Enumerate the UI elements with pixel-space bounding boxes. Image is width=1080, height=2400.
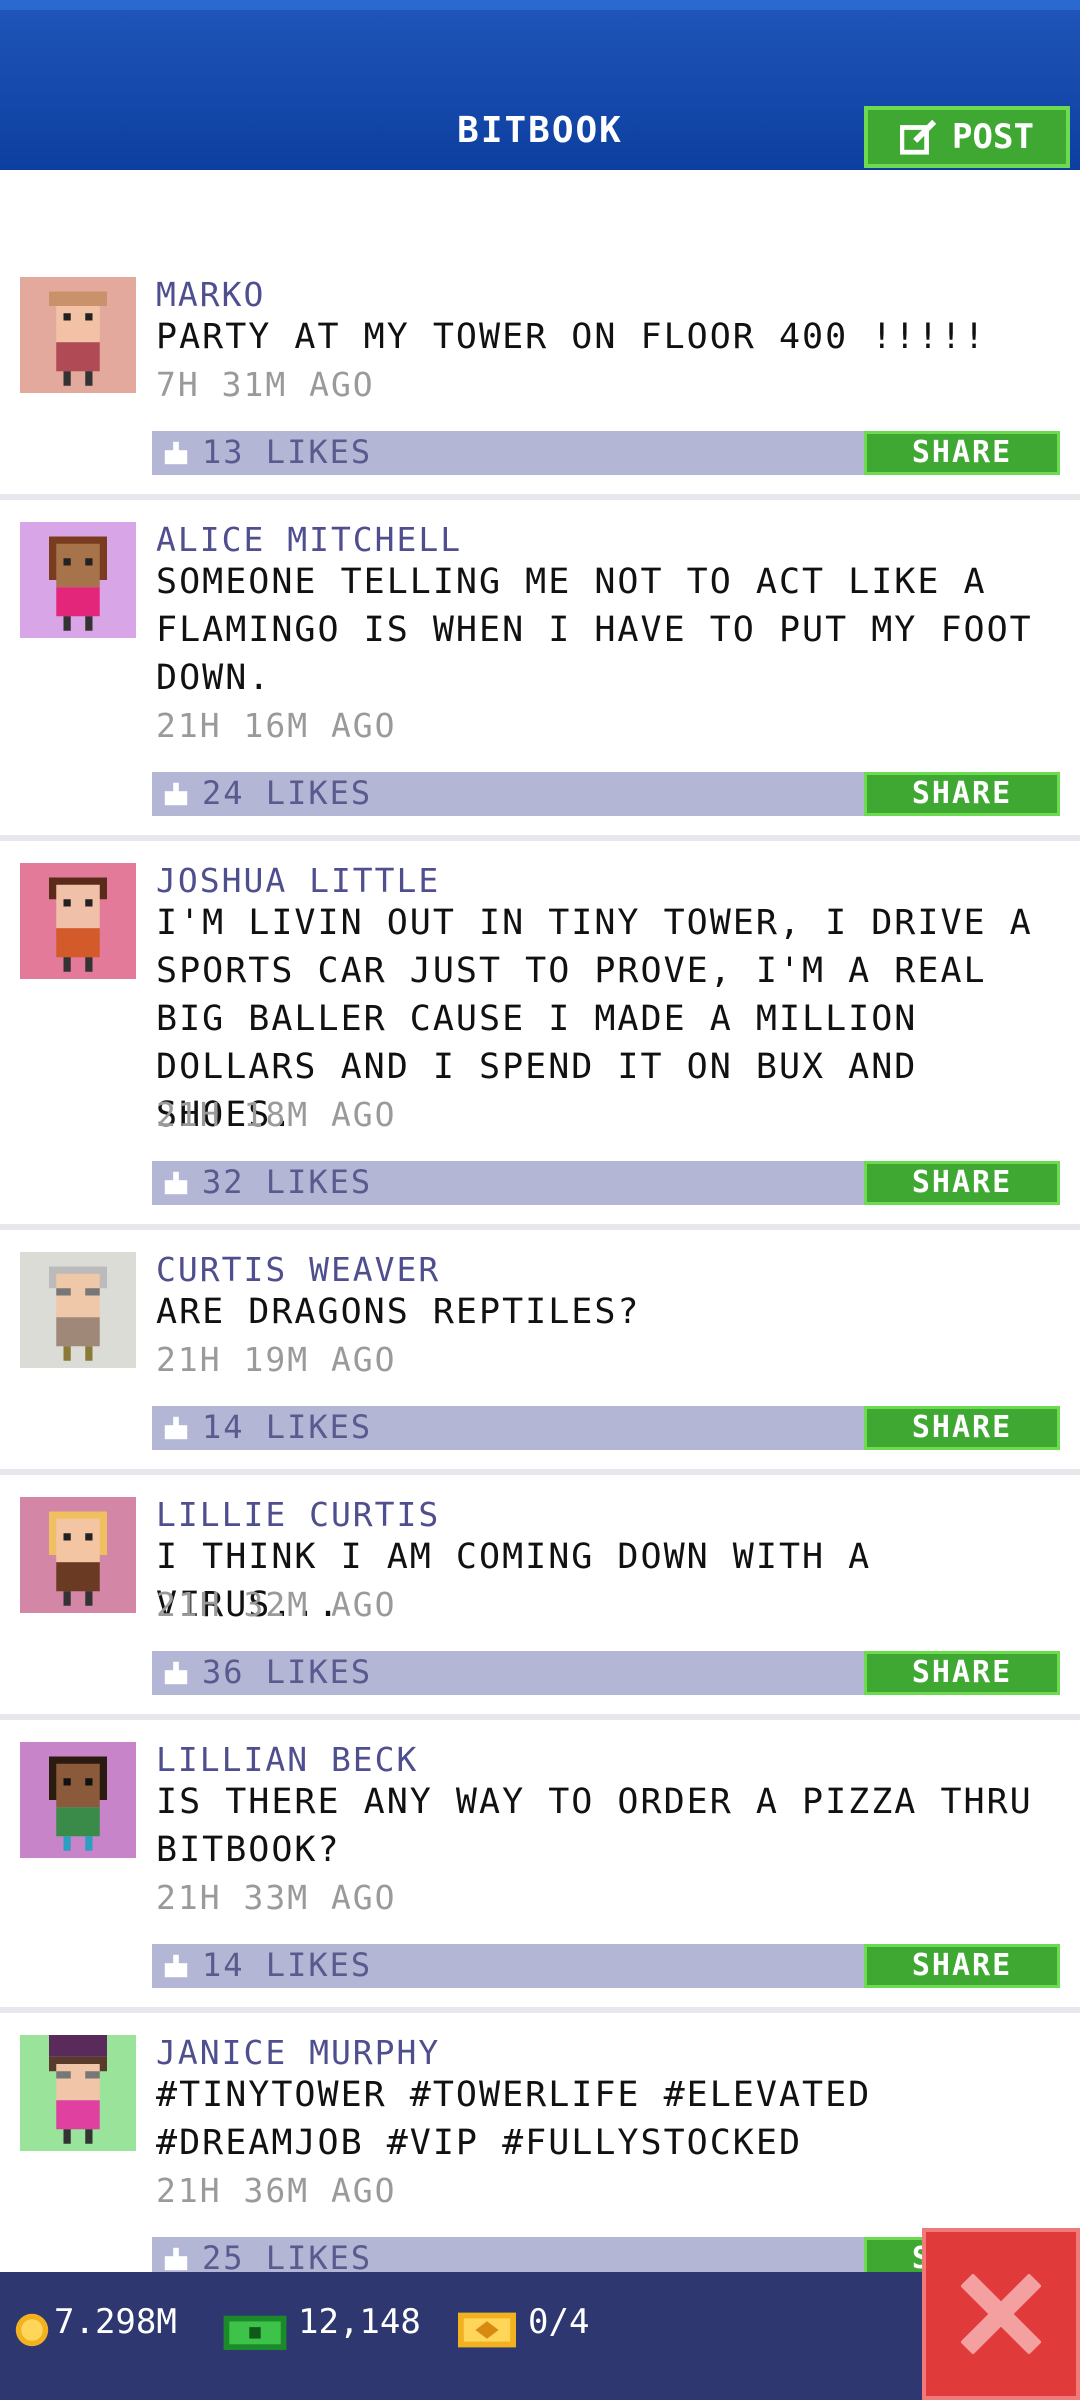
feed-post: LILLIAN BECK IS THERE ANY WAY TO ORDER A… <box>0 1720 1080 2013</box>
post-author[interactable]: LILLIE CURTIS <box>156 1495 440 1534</box>
feed-post: ALICE MITCHELL SOMEONE TELLING ME NOT TO… <box>0 500 1080 841</box>
feed-post: JANICE MURPHY #TINYTOWER #TOWERLIFE #ELE… <box>0 2013 1080 2306</box>
avatar <box>20 2035 136 2151</box>
post-text: IS THERE ANY WAY TO ORDER A PIZZA THRU B… <box>156 1782 1033 1870</box>
coins-value: 7.298M <box>54 2302 177 2342</box>
post-text: PARTY AT MY TOWER ON FLOOR 400 !!!!! <box>156 317 987 357</box>
share-button[interactable]: SHARE <box>864 431 1060 475</box>
likes-count: 13 LIKES <box>202 433 373 471</box>
avatar-image <box>20 2035 136 2151</box>
likes-bar: 13 LIKES SHARE <box>152 431 1060 475</box>
likes-bar: 36 LIKES SHARE <box>152 1651 1060 1695</box>
avatar <box>20 522 136 638</box>
ticket-icon <box>458 2312 516 2348</box>
post-time: 21H 36M AGO <box>156 2171 397 2210</box>
thumbs-up-icon[interactable] <box>162 1169 190 1197</box>
avatar-image <box>20 1742 136 1858</box>
thumbs-up-icon[interactable] <box>162 780 190 808</box>
post-author[interactable]: JANICE MURPHY <box>156 2033 440 2072</box>
bux-icon <box>223 2315 287 2350</box>
close-button[interactable] <box>922 2228 1080 2400</box>
avatar <box>20 863 136 979</box>
likes-bar: 32 LIKES SHARE <box>152 1161 1060 1205</box>
share-button[interactable]: SHARE <box>864 1651 1060 1695</box>
post-time: 21H 18M AGO <box>156 1095 397 1134</box>
likes-bar: 24 LIKES SHARE <box>152 772 1060 816</box>
post-text: SOMEONE TELLING ME NOT TO ACT LIKE A FLA… <box>156 562 1033 698</box>
post-text: ARE DRAGONS REPTILES? <box>156 1292 641 1332</box>
tickets-value: 0/4 <box>528 2302 590 2342</box>
feed-list: MARKO PARTY AT MY TOWER ON FLOOR 400 !!!… <box>0 275 1080 2306</box>
avatar <box>20 1252 136 1368</box>
share-button[interactable]: SHARE <box>864 1944 1060 1988</box>
post-author[interactable]: ALICE MITCHELL <box>156 520 462 559</box>
post-button[interactable]: POST <box>864 106 1070 168</box>
likes-count: 14 LIKES <box>202 1408 373 1446</box>
thumbs-up-icon[interactable] <box>162 439 190 467</box>
post-author[interactable]: LILLIAN BECK <box>156 1740 418 1779</box>
currency-bar: 7.298M 12,148 0/4 <box>0 2272 1080 2400</box>
post-time: 21H 19M AGO <box>156 1340 397 1379</box>
close-icon <box>961 2274 1041 2354</box>
post-time: 21H 16M AGO <box>156 706 397 745</box>
likes-count: 14 LIKES <box>202 1946 373 1984</box>
post-time: 21H 32M AGO <box>156 1585 397 1624</box>
header-bar: BITBOOK POST <box>0 0 1080 170</box>
likes-count: 32 LIKES <box>202 1163 373 1201</box>
post-author[interactable]: MARKO <box>156 275 265 314</box>
post-author[interactable]: CURTIS WEAVER <box>156 1250 440 1289</box>
feed-post: JOSHUA LITTLE I'M LIVIN OUT IN TINY TOWE… <box>0 841 1080 1230</box>
avatar-image <box>20 1252 136 1368</box>
thumbs-up-icon[interactable] <box>162 1952 190 1980</box>
avatar-image <box>20 1497 136 1613</box>
likes-bar: 14 LIKES SHARE <box>152 1406 1060 1450</box>
avatar <box>20 277 136 393</box>
likes-count: 24 LIKES <box>202 774 373 812</box>
feed-post: CURTIS WEAVER ARE DRAGONS REPTILES? 21H … <box>0 1230 1080 1475</box>
thumbs-up-icon[interactable] <box>162 1414 190 1442</box>
bux-value: 12,148 <box>298 2302 421 2342</box>
avatar-image <box>20 277 136 393</box>
thumbs-up-icon[interactable] <box>162 2245 190 2273</box>
share-button[interactable]: SHARE <box>864 1161 1060 1205</box>
post-button-label: POST <box>952 117 1034 157</box>
avatar-image <box>20 522 136 638</box>
coin-icon <box>15 2313 49 2347</box>
feed-post: MARKO PARTY AT MY TOWER ON FLOOR 400 !!!… <box>0 275 1080 500</box>
avatar <box>20 1497 136 1613</box>
avatar-image <box>20 863 136 979</box>
post-author[interactable]: JOSHUA LITTLE <box>156 861 440 900</box>
share-button[interactable]: SHARE <box>864 1406 1060 1450</box>
post-time: 21H 33M AGO <box>156 1878 397 1917</box>
avatar <box>20 1742 136 1858</box>
post-time: 7H 31M AGO <box>156 365 375 404</box>
likes-count: 36 LIKES <box>202 1653 373 1691</box>
thumbs-up-icon[interactable] <box>162 1659 190 1687</box>
edit-icon <box>900 119 937 155</box>
likes-bar: 14 LIKES SHARE <box>152 1944 1060 1988</box>
share-button[interactable]: SHARE <box>864 772 1060 816</box>
feed-post: LILLIE CURTIS I THINK I AM COMING DOWN W… <box>0 1475 1080 1720</box>
post-text: #TINYTOWER #TOWERLIFE #ELEVATED #DREAMJO… <box>156 2075 872 2163</box>
